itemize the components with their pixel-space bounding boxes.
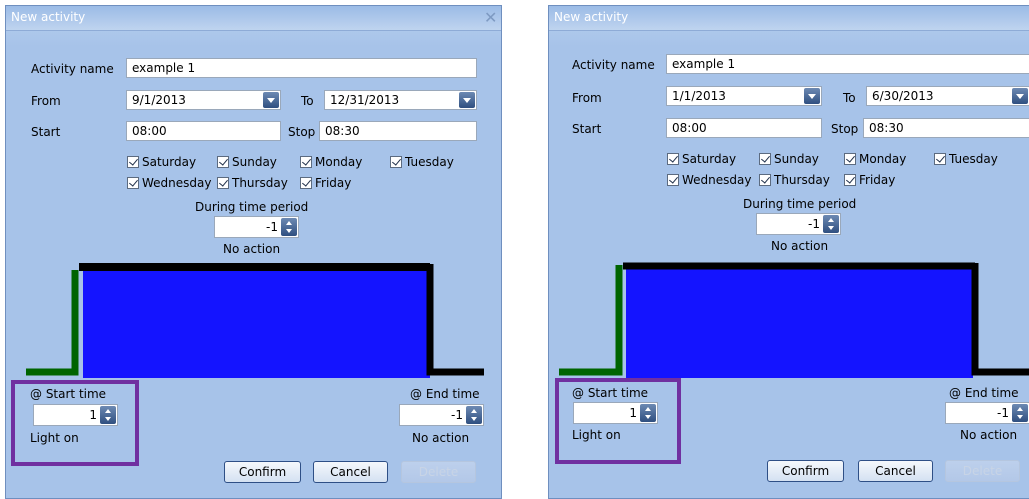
graph-end-segment	[971, 263, 1029, 376]
end-action-label: No action	[412, 431, 470, 445]
cancel-button[interactable]: Cancel	[313, 461, 388, 483]
graph-start-segment	[559, 265, 623, 376]
end-time-stepper[interactable]: -1	[945, 402, 1029, 424]
graph-fill	[626, 268, 973, 378]
end-time-label: @ End time	[949, 386, 1019, 400]
start-action-label: Light on	[30, 431, 79, 445]
start-time-label: @ Start time	[572, 386, 649, 400]
start-time-value: 1	[89, 408, 97, 422]
activity-timeline-graph	[26, 263, 484, 378]
start-time-value: 1	[629, 406, 637, 420]
delete-button[interactable]: Delete	[945, 460, 1020, 482]
spinner-arrows-icon[interactable]	[640, 404, 656, 422]
spinner-arrows-icon[interactable]	[466, 406, 482, 424]
delete-button[interactable]: Delete	[401, 461, 476, 483]
graph-fill	[83, 270, 430, 378]
spinner-arrows-icon[interactable]	[1012, 404, 1028, 422]
confirm-button[interactable]: Confirm	[224, 461, 301, 483]
end-time-value: -1	[451, 408, 463, 422]
activity-timeline-graph	[559, 262, 1029, 378]
start-time-label: @ Start time	[30, 387, 107, 401]
end-action-label: No action	[960, 428, 1018, 442]
start-time-stepper[interactable]: 1	[33, 404, 118, 426]
cancel-button[interactable]: Cancel	[858, 460, 933, 482]
confirm-button[interactable]: Confirm	[767, 460, 844, 482]
start-action-label: Light on	[572, 428, 621, 442]
activity-dialog-left: New activity ✕ Activity name example 1 F…	[5, 5, 502, 499]
end-time-label: @ End time	[410, 387, 480, 401]
graph-end-segment	[426, 264, 484, 376]
start-time-stepper[interactable]: 1	[573, 402, 658, 424]
end-time-value: -1	[997, 406, 1009, 420]
graph-start-segment	[26, 270, 79, 376]
activity-dialog-right: New activity Activity name example 1 Fro…	[548, 5, 1029, 499]
spinner-arrows-icon[interactable]	[100, 406, 116, 424]
end-time-stepper[interactable]: -1	[399, 404, 484, 426]
